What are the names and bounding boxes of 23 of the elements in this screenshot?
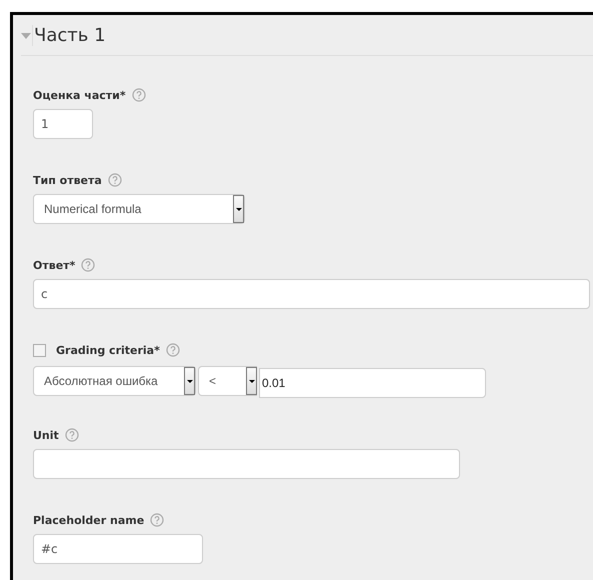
section-title: Часть 1 <box>33 24 106 46</box>
help-icon[interactable] <box>64 428 79 442</box>
text-input[interactable]: 1 <box>33 109 93 139</box>
help-icon[interactable] <box>81 258 96 272</box>
field-label: Оценка части* <box>33 88 126 102</box>
field-label: Placeholder name <box>33 514 144 526</box>
error-type-dropdown[interactable]: Абсолютная ошибка <box>33 366 196 396</box>
comparison-dropdown[interactable]: < <box>198 366 257 396</box>
text-input[interactable]: c <box>33 279 590 309</box>
help-icon[interactable] <box>166 343 180 357</box>
checkbox[interactable] <box>33 344 46 356</box>
help-icon[interactable] <box>132 88 146 102</box>
help-icon[interactable] <box>108 173 122 187</box>
field-label: Unit <box>33 428 59 442</box>
field-label: Тип ответа <box>33 174 102 186</box>
tolerance-input[interactable]: 0.01 <box>259 368 486 398</box>
collapse-triangle-icon[interactable] <box>21 33 31 39</box>
answer-type-dropdown[interactable]: Numerical formula <box>33 194 245 224</box>
help-icon[interactable] <box>150 513 164 527</box>
field-label: Ответ* <box>33 258 76 272</box>
text-input[interactable]: #c <box>33 534 203 564</box>
field-label: Grading criteria* <box>56 344 160 356</box>
text-input[interactable] <box>33 449 460 479</box>
